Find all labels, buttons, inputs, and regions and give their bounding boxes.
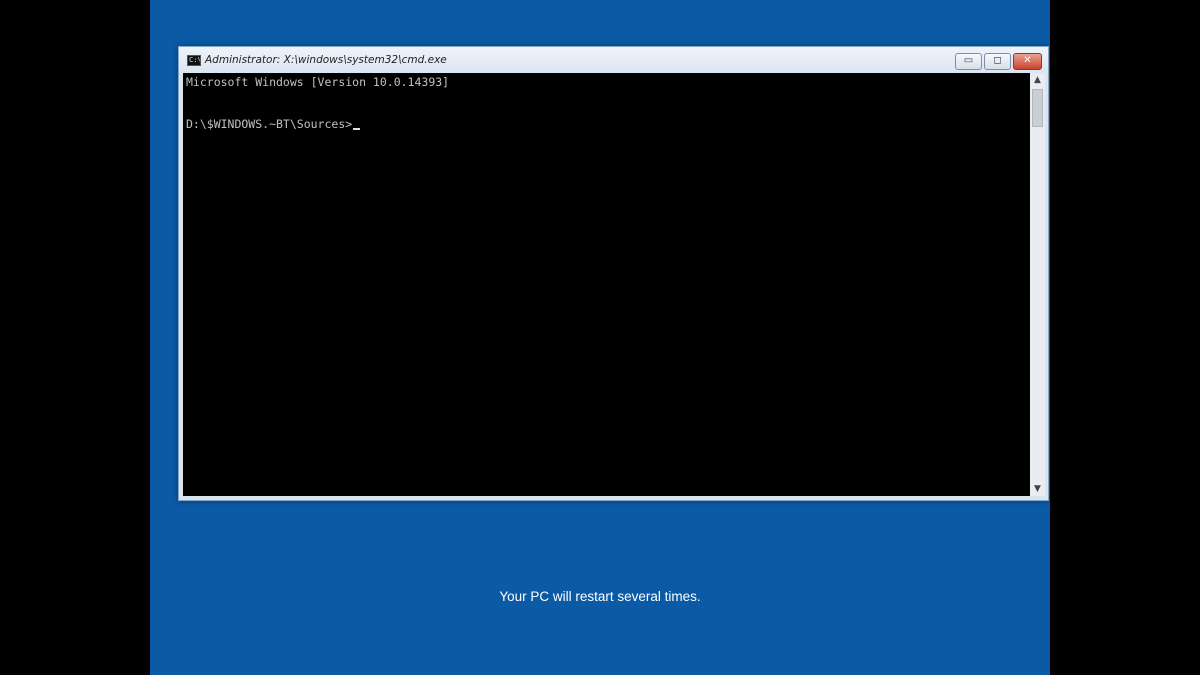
cmd-window[interactable]: C:\ Administrator: X:\windows\system32\c… xyxy=(178,46,1049,501)
scroll-down-arrow-icon[interactable]: ▼ xyxy=(1030,482,1045,496)
title-bar[interactable]: C:\ Administrator: X:\windows\system32\c… xyxy=(179,47,1048,73)
scroll-up-arrow-icon[interactable]: ▲ xyxy=(1030,73,1045,87)
minimize-button[interactable]: ▭ xyxy=(955,53,982,70)
console-area[interactable]: Microsoft Windows [Version 10.0.14393] D… xyxy=(183,73,1030,496)
cmd-icon: C:\ xyxy=(187,55,201,66)
vertical-scrollbar[interactable]: ▲ ▼ xyxy=(1030,73,1045,496)
console-prompt-line: D:\$WINDOWS.~BT\Sources> xyxy=(186,117,361,131)
text-cursor xyxy=(353,128,361,130)
restart-message: Your PC will restart several times. xyxy=(499,589,701,604)
scroll-thumb[interactable] xyxy=(1032,89,1043,127)
maximize-button[interactable]: ◻ xyxy=(984,53,1011,70)
console-version-line: Microsoft Windows [Version 10.0.14393] xyxy=(186,75,450,89)
close-button[interactable]: ✕ xyxy=(1013,53,1042,70)
window-title: Administrator: X:\windows\system32\cmd.e… xyxy=(205,54,447,66)
console-prompt: D:\$WINDOWS.~BT\Sources> xyxy=(186,117,353,131)
